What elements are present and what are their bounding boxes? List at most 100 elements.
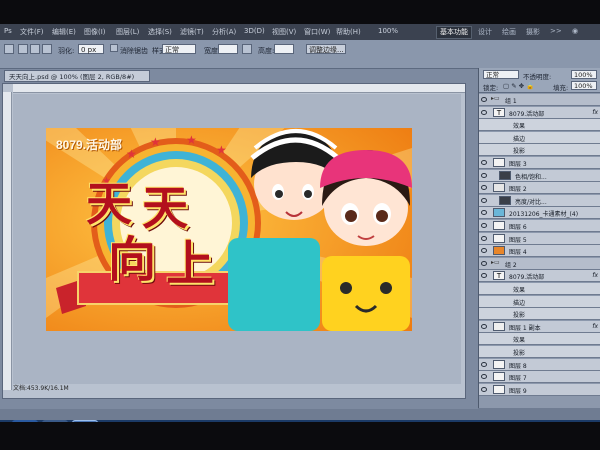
swap-dimensions-icon[interactable] xyxy=(242,44,252,54)
visibility-eye-icon[interactable] xyxy=(481,235,487,241)
visibility-eye-icon[interactable] xyxy=(481,197,487,203)
marquee-tool-icon[interactable] xyxy=(4,44,14,54)
visibility-eye-icon[interactable] xyxy=(481,248,487,254)
layer-row[interactable]: 效果 xyxy=(479,119,600,132)
style-select[interactable]: 正常 xyxy=(162,44,196,54)
layer-effects-badge[interactable]: fx xyxy=(592,272,598,279)
layer-row[interactable]: 图层 2 xyxy=(479,182,600,195)
layer-row[interactable]: 效果 xyxy=(479,283,600,295)
layer-name: 图层 9 xyxy=(509,387,527,395)
opacity-input[interactable]: 100% xyxy=(571,70,597,79)
layer-row[interactable]: 图层 7 xyxy=(479,371,600,384)
visibility-eye-icon[interactable] xyxy=(481,374,487,380)
visibility-eye-icon[interactable] xyxy=(481,386,487,392)
layer-row[interactable]: T 8079.活动部 fx xyxy=(479,270,600,283)
workspace-design[interactable]: 设计 xyxy=(478,27,492,37)
visibility-eye-icon[interactable] xyxy=(481,160,487,165)
visibility-eye-icon[interactable] xyxy=(481,223,487,228)
menu-window[interactable]: 窗口(W) xyxy=(304,27,330,37)
menu-view[interactable]: 视图(V) xyxy=(272,27,296,37)
fill-input[interactable]: 100% xyxy=(571,81,597,90)
visibility-eye-icon[interactable] xyxy=(481,109,487,115)
layer-thumbnail xyxy=(493,321,505,331)
layer-row[interactable]: 效果 xyxy=(479,333,600,346)
layer-row[interactable]: ▸▭ 组 2 xyxy=(479,257,600,270)
layer-row[interactable]: 色相/饱和... xyxy=(479,169,600,182)
layer-row[interactable]: 图层 5 xyxy=(479,232,600,245)
menu-layer[interactable]: 图层(L) xyxy=(116,27,139,37)
subtract-selection-icon[interactable] xyxy=(42,44,52,54)
layer-name: 图层 3 xyxy=(509,161,527,168)
workspace-painting[interactable]: 绘画 xyxy=(502,27,516,37)
visibility-eye-icon[interactable] xyxy=(481,361,487,367)
height-input[interactable] xyxy=(274,44,294,54)
visibility-eye-icon[interactable] xyxy=(481,172,487,178)
zoom-level[interactable]: 100% xyxy=(378,27,398,37)
refine-edge-button[interactable]: 调整边缘... xyxy=(306,44,346,54)
workspace-more[interactable]: >> xyxy=(550,27,562,35)
layer-row[interactable]: 图层 8 xyxy=(479,358,600,371)
svg-text:★: ★ xyxy=(186,133,197,147)
visibility-eye-icon[interactable] xyxy=(481,97,487,102)
layer-row[interactable]: 亮度/对比... xyxy=(479,194,600,207)
layer-thumbnail xyxy=(493,359,505,369)
layer-effects-badge[interactable]: fx xyxy=(592,109,598,116)
width-input[interactable] xyxy=(218,44,238,54)
artwork-brand-text: 8079.活动部 xyxy=(56,138,123,152)
workspace-photography[interactable]: 摄影 xyxy=(526,27,540,37)
visibility-eye-icon[interactable] xyxy=(481,210,487,216)
layer-row[interactable]: 描边 xyxy=(479,131,600,144)
menu-file[interactable]: 文件(F) xyxy=(20,27,44,37)
new-selection-icon[interactable] xyxy=(18,44,28,54)
folder-icon[interactable] xyxy=(42,420,68,422)
photoshop-icon[interactable]: Ps xyxy=(72,420,98,422)
menu-edit[interactable]: 编辑(E) xyxy=(52,27,76,37)
menu-filter[interactable]: 滤镜(T) xyxy=(180,27,204,37)
layer-row[interactable]: 投影 xyxy=(479,346,600,358)
cs-live-icon[interactable]: ◉ xyxy=(572,27,578,35)
layer-name: 色相/饱和... xyxy=(515,173,547,181)
visibility-eye-icon[interactable] xyxy=(481,260,487,266)
layer-name: 组 1 xyxy=(505,98,517,105)
menu-analysis[interactable]: 分析(A) xyxy=(212,27,236,37)
menu-image[interactable]: 图像(I) xyxy=(84,27,106,37)
layer-row[interactable]: ▸▭ 组 1 xyxy=(479,94,600,106)
layer-row[interactable]: 20131206_卡通素材_(4) xyxy=(479,207,600,220)
layer-row[interactable]: 图层 4 xyxy=(479,245,600,258)
blend-mode-select[interactable]: 正常 xyxy=(483,70,519,79)
menu-help[interactable]: 帮助(H) xyxy=(336,27,361,37)
layer-row[interactable]: T 8079.活动部 fx xyxy=(479,106,600,119)
layer-name: 组 2 xyxy=(505,261,517,269)
layer-row[interactable]: 图层 6 xyxy=(479,220,600,232)
layer-row[interactable]: 图层 9 xyxy=(479,383,600,396)
layers-panel: 正常 不透明度: 100% 锁定: ▢ ✎ ✥ 🔒 填充: 100% ▸▭ 组 1… xyxy=(478,68,600,408)
layer-thumbnail xyxy=(499,170,511,180)
workspace-essentials-button[interactable]: 基本功能 xyxy=(436,26,472,39)
layer-thumbnail xyxy=(493,208,505,218)
photoshop-window: Ps 文件(F) 编辑(E) 图像(I) 图层(L) 选择(S) 滤镜(T) 分… xyxy=(0,24,600,422)
folder-icon[interactable]: ▸▭ xyxy=(491,259,500,266)
document-tab[interactable]: 天天向上.psd @ 100% (图层 2, RGB/8#) xyxy=(4,70,150,82)
lock-label: 锁定: xyxy=(483,84,499,92)
visibility-eye-icon[interactable] xyxy=(481,323,487,329)
visibility-eye-icon[interactable] xyxy=(481,273,487,279)
layer-name: 描边 xyxy=(513,135,526,143)
menu-select[interactable]: 选择(S) xyxy=(148,27,172,37)
add-selection-icon[interactable] xyxy=(30,44,40,54)
folder-icon[interactable]: ▸▭ xyxy=(491,95,500,102)
layer-row[interactable]: 描边 xyxy=(479,295,600,308)
menu-bar: Ps 文件(F) 编辑(E) 图像(I) 图层(L) 选择(S) 滤镜(T) 分… xyxy=(0,24,600,40)
ps-logo[interactable]: Ps xyxy=(4,27,12,37)
visibility-eye-icon[interactable] xyxy=(481,185,487,191)
layer-effects-badge[interactable]: fx xyxy=(592,323,598,330)
antialias-checkbox[interactable] xyxy=(110,44,118,52)
canvas-artwork[interactable]: ★ ★ ★ ★ ★ 8079.活动部 天 天 向 上 xyxy=(46,128,412,331)
lock-icons[interactable]: ▢ ✎ ✥ 🔒 xyxy=(503,82,534,90)
layer-row[interactable]: 投影 xyxy=(479,144,600,157)
feather-input[interactable]: 0 px xyxy=(78,44,104,54)
menu-3d[interactable]: 3D(D) xyxy=(244,27,265,37)
layer-row[interactable]: 图层 3 xyxy=(479,157,600,169)
layer-row[interactable]: 投影 xyxy=(479,308,600,321)
ie-icon[interactable]: e xyxy=(12,420,38,422)
layer-row[interactable]: 图层 1 副本 fx xyxy=(479,320,600,333)
